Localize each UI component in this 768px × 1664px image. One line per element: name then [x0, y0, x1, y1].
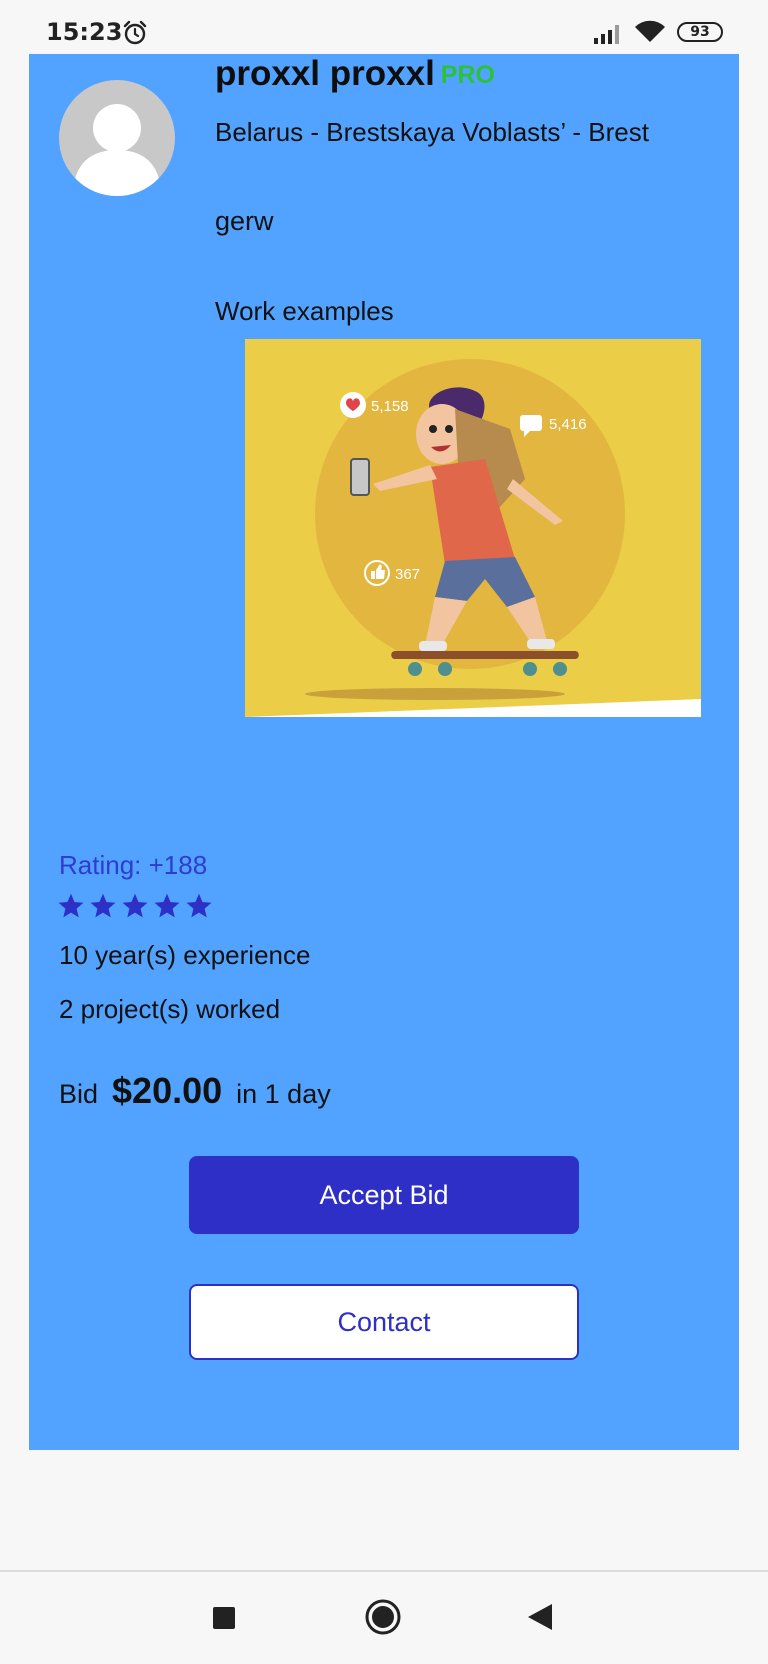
- status-time: 15:23: [46, 18, 123, 46]
- bid-summary: Bid $20.00 in 1 day: [59, 1070, 331, 1112]
- thumbs-count: 367: [395, 566, 420, 583]
- signal-icon: [594, 22, 624, 49]
- wifi-icon: [634, 20, 666, 49]
- back-icon[interactable]: [526, 1602, 554, 1637]
- star-icon: [121, 892, 149, 925]
- likes-count: 5,158: [371, 398, 409, 415]
- location-text: Belarus - Brestskaya Voblasts’ - Brest: [215, 117, 649, 147]
- accept-bid-button[interactable]: Accept Bid: [189, 1156, 579, 1234]
- bid-card: proxxl proxxl PRO Belarus - Brestskaya Vo…: [29, 54, 739, 1450]
- profile-name-text: proxxl proxxl: [215, 54, 435, 93]
- avatar[interactable]: [59, 80, 175, 196]
- star-icon: [89, 892, 117, 925]
- heart-icon: [340, 392, 366, 418]
- description-text: gerw: [215, 206, 274, 236]
- projects-text: 2 project(s) worked: [59, 994, 281, 1024]
- comments-count: 5,416: [549, 416, 587, 433]
- battery-icon: 93: [677, 22, 723, 42]
- recent-apps-icon[interactable]: [212, 1606, 236, 1635]
- rating-stars: [57, 892, 217, 922]
- bid-label: Bid: [59, 1079, 99, 1109]
- bid-amount: $20.00: [112, 1070, 223, 1111]
- rating-text: Rating: +188: [59, 850, 208, 880]
- home-icon[interactable]: [364, 1598, 402, 1641]
- star-icon: [185, 892, 213, 925]
- navigation-bar: [0, 1572, 768, 1664]
- alarm-icon: [122, 20, 148, 51]
- pro-badge: PRO: [440, 61, 495, 89]
- contact-button[interactable]: Contact: [189, 1284, 579, 1360]
- status-bar: 15:23 93: [0, 0, 768, 54]
- work-example-image[interactable]: 5,158 5,416 367: [245, 339, 701, 717]
- star-icon: [153, 892, 181, 925]
- profile-name: proxxl proxxl PRO: [215, 54, 495, 94]
- experience-text: 10 year(s) experience: [59, 940, 311, 970]
- star-icon: [57, 892, 85, 925]
- work-examples-label: Work examples: [215, 296, 394, 326]
- bid-delivery-time: in 1 day: [236, 1079, 331, 1109]
